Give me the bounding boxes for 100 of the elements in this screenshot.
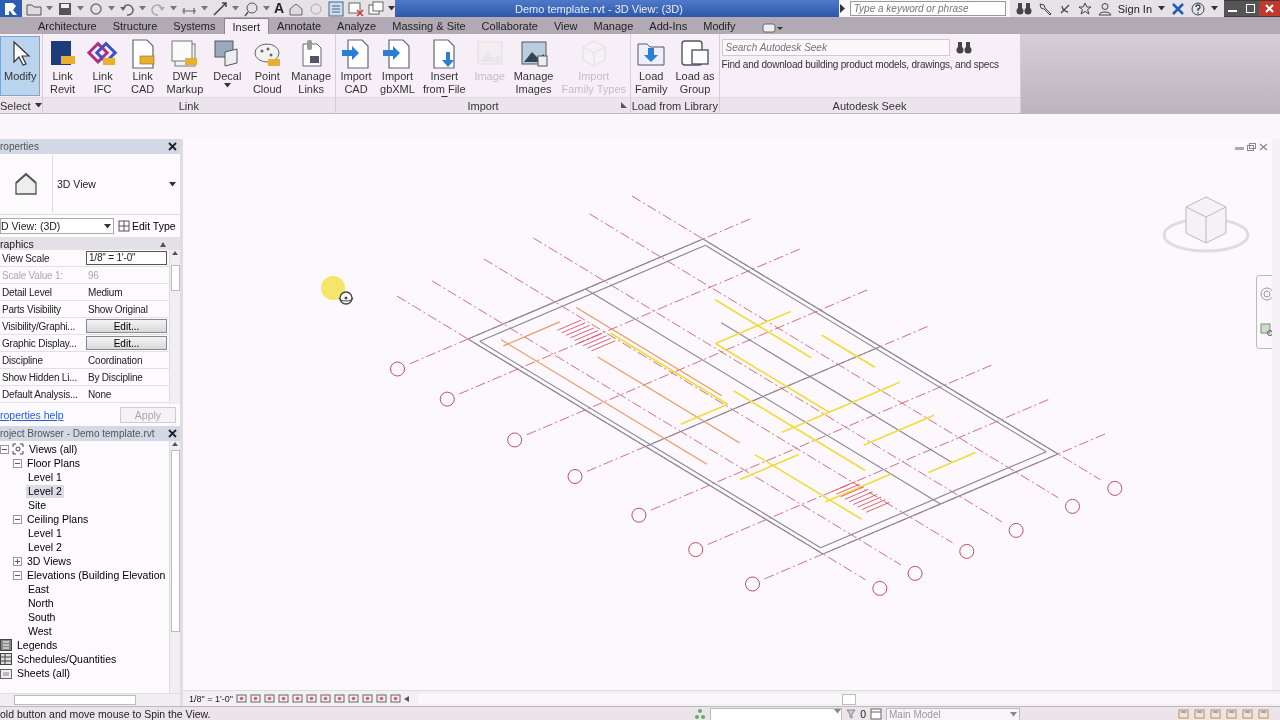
maximize-button[interactable] <box>1241 1 1259 16</box>
tree-item[interactable]: 3D Views <box>25 554 74 568</box>
ribbon-tab[interactable]: Add-Ins <box>641 18 696 34</box>
wrench-icon[interactable] <box>1037 1 1052 16</box>
close-window-icon[interactable] <box>348 0 365 17</box>
toggle-icon[interactable] <box>761 22 784 34</box>
sign-in-link[interactable]: Sign In <box>1117 2 1152 15</box>
steering-wheel-icon[interactable] <box>1260 287 1274 301</box>
ribbon-button[interactable]: Import CAD <box>336 36 377 96</box>
star-icon[interactable] <box>1077 1 1092 16</box>
collapse-icon[interactable] <box>13 458 22 468</box>
text-tool[interactable]: A <box>274 1 285 16</box>
search-field[interactable]: Type a keyword or phrase <box>849 1 1006 16</box>
launcher-icon[interactable] <box>621 102 628 108</box>
edit-button[interactable]: Edit... <box>86 336 167 350</box>
ribbon-tab[interactable]: Collaborate <box>473 18 546 34</box>
seek-search-field[interactable]: Search Autodesk Seek <box>721 39 950 56</box>
scrollbar[interactable] <box>1272 139 1280 690</box>
tree-item[interactable]: Floor Plans <box>25 456 83 470</box>
close-button[interactable] <box>1258 1 1280 16</box>
collapse-icon[interactable] <box>13 570 22 580</box>
tree-item[interactable]: West <box>26 624 54 638</box>
panel-label: Link <box>178 99 199 112</box>
house-icon <box>13 171 39 197</box>
tree-item[interactable]: Ceiling Plans <box>25 512 91 526</box>
ribbon-tab[interactable]: Manage <box>585 18 642 34</box>
minimize-button[interactable] <box>1224 1 1242 16</box>
ribbon-tab[interactable]: Systems <box>165 18 224 34</box>
caret-icon <box>170 6 177 11</box>
ribbon-button[interactable]: Load as Group <box>671 36 719 96</box>
scrollbar-thumb[interactable] <box>170 265 180 291</box>
tree-item[interactable]: Level 1 <box>26 526 64 540</box>
scrollbar-thumb[interactable] <box>170 450 180 632</box>
tree-item[interactable]: Legends <box>15 638 60 652</box>
tree-item[interactable]: Views (all) <box>27 442 80 456</box>
ribbon-tab[interactable]: Massing & Site <box>384 18 474 34</box>
ribbon-tab[interactable]: Analyze <box>329 18 385 34</box>
ribbon-button[interactable]: Manage Images <box>509 36 558 96</box>
ribbon-tab[interactable]: Structure <box>104 18 166 34</box>
edit-button[interactable]: Edit... <box>86 319 167 333</box>
instance-dropdown[interactable]: D View: (3D) <box>0 218 114 234</box>
ribbon-button[interactable]: Modify <box>0 36 41 96</box>
expand-icon[interactable] <box>13 556 22 566</box>
tree-item[interactable]: Elevations (Building Elevation <box>25 568 168 582</box>
help-icon[interactable] <box>1191 1 1205 16</box>
property-field[interactable]: 1/8" = 1'-0" <box>86 251 167 265</box>
caret-icon <box>46 6 53 11</box>
ribbon-tab[interactable]: View <box>545 18 586 34</box>
tree-item[interactable]: Sheets (all) <box>15 666 73 680</box>
close-icon[interactable] <box>168 142 177 151</box>
status-message: old button and move mouse to Spin the View. <box>0 708 212 720</box>
tree-item[interactable]: South <box>26 610 58 624</box>
ribbon-button[interactable]: Insert from File <box>418 36 470 96</box>
panel-label: Load from Library <box>631 99 718 112</box>
ribbon-tab[interactable]: Insert <box>223 18 270 34</box>
restore-icon[interactable] <box>1247 143 1256 151</box>
switch-window-icon[interactable] <box>368 0 385 17</box>
caret-icon <box>169 181 176 187</box>
property-name: View Scale <box>1 252 51 264</box>
workset-dropdown[interactable] <box>710 707 843 720</box>
ribbon-button[interactable]: DWF Markup <box>162 36 208 96</box>
ribbon-button[interactable]: Point Cloud <box>247 36 288 96</box>
caret-icon <box>77 6 84 11</box>
type-name[interactable]: 3D View <box>53 178 169 190</box>
group-header[interactable]: raphics <box>0 237 34 250</box>
tree-item[interactable]: Schedules/Quantities <box>15 652 119 666</box>
tree-item[interactable]: Level 2 <box>26 484 64 498</box>
binoculars-icon[interactable] <box>955 40 972 55</box>
sheet-icon <box>0 667 12 679</box>
collapse-icon[interactable] <box>13 514 22 524</box>
workset-icon[interactable] <box>694 708 707 720</box>
ribbon-button[interactable]: Import gbXML <box>376 36 419 96</box>
collapse-icon[interactable] <box>0 444 9 454</box>
ribbon-button[interactable]: Link IFC <box>82 36 123 96</box>
tree-item[interactable]: Level 1 <box>26 470 64 484</box>
ribbon-button[interactable]: Load Family <box>631 36 672 96</box>
scrollbar-thumb[interactable] <box>841 693 856 705</box>
ribbon-tab[interactable]: Annotate <box>269 18 330 34</box>
binoculars-icon[interactable] <box>1015 1 1032 16</box>
edit-type-button[interactable]: Edit Type <box>118 220 176 232</box>
property-name: Visibility/Graphi... <box>1 320 77 332</box>
tree-item[interactable]: Level 2 <box>26 540 64 554</box>
ribbon-tab[interactable]: Architecture <box>30 18 105 34</box>
ribbon-button[interactable]: Decal <box>207 36 248 96</box>
scrollbar-thumb[interactable] <box>14 695 136 705</box>
scroll-left-icon[interactable] <box>403 695 409 702</box>
caret-icon <box>108 6 115 11</box>
ribbon-button[interactable]: Manage Links <box>287 36 336 96</box>
ribbon-button[interactable]: Link Revit <box>42 36 83 96</box>
close-icon[interactable] <box>168 429 177 438</box>
ribbon-tab[interactable]: Modify <box>695 18 744 34</box>
ribbon-button[interactable]: Link CAD <box>122 36 163 96</box>
tree-item[interactable]: East <box>26 582 51 596</box>
help-link[interactable]: roperties help <box>0 409 64 421</box>
view-scale[interactable]: 1/8" = 1'-0" <box>189 693 233 704</box>
user-icon[interactable] <box>1097 1 1112 16</box>
tree-item[interactable]: North <box>26 596 56 610</box>
tree-item[interactable]: Site <box>26 498 49 512</box>
save-icon[interactable] <box>57 0 73 17</box>
collapse-icon[interactable] <box>160 240 166 247</box>
